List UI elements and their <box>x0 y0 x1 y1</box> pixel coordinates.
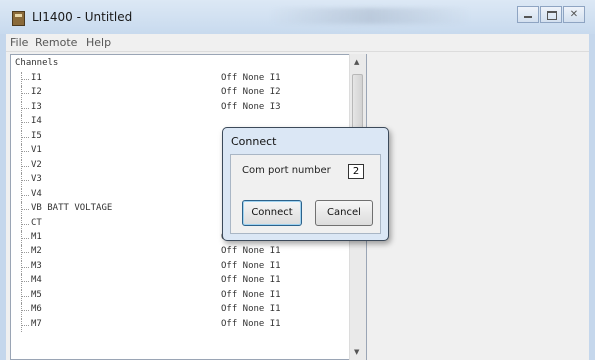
channel-name: V4 <box>31 188 42 199</box>
cancel-button[interactable]: Cancel <box>315 200 373 226</box>
channel-name: M2 <box>31 246 42 257</box>
tree-branch-line <box>21 230 29 245</box>
tree-root-label[interactable]: Channels <box>15 58 58 68</box>
channel-name: VB BATT VOLTAGE <box>31 203 113 214</box>
connect-button[interactable]: Connect <box>242 200 302 226</box>
dialog-body: Com port number 2 Connect Cancel <box>230 154 381 234</box>
app-window: LI1400 - Untitled ✕ File Remote Help Cha… <box>0 0 595 360</box>
menu-file[interactable]: File <box>10 36 28 49</box>
tree-branch-line <box>21 317 29 332</box>
maximize-icon <box>547 11 557 20</box>
title-bar-blur <box>270 8 470 24</box>
minimize-icon <box>524 16 532 18</box>
channel-config: Off None I1 <box>221 260 281 271</box>
scroll-up-icon[interactable]: ▲ <box>354 58 359 66</box>
window-title: LI1400 - Untitled <box>32 10 133 24</box>
channel-name: V2 <box>31 159 42 170</box>
close-icon: ✕ <box>569 9 579 20</box>
tree-branch-line <box>21 216 29 231</box>
tree-branch-line <box>21 274 29 289</box>
tree-branch-line <box>21 173 29 188</box>
tree-branch-line <box>21 303 29 318</box>
tree-row[interactable]: I2 Off None I2 <box>11 86 351 101</box>
tree-row[interactable]: I1 Off None I1 <box>11 72 351 86</box>
channel-name: V3 <box>31 174 42 185</box>
tree-branch-line <box>21 187 29 202</box>
window-controls: ✕ <box>516 6 585 23</box>
tree-branch-line <box>21 245 29 260</box>
channel-config: Off None I1 <box>221 275 281 286</box>
tree-row[interactable]: M4 Off None I1 <box>11 274 351 289</box>
tree-branch-line <box>21 129 29 144</box>
channel-config: Off None I1 <box>221 318 281 329</box>
channel-config: Off None I1 <box>221 73 281 83</box>
menu-remote[interactable]: Remote <box>35 36 77 49</box>
channel-name: M7 <box>31 318 42 329</box>
tree-row[interactable]: I3 Off None I3 <box>11 100 351 115</box>
tree-branch-line <box>21 288 29 303</box>
channel-name: CT <box>31 217 42 228</box>
channel-name: M4 <box>31 275 42 286</box>
channel-name: V1 <box>31 145 42 156</box>
channel-config: Off None I1 <box>221 304 281 315</box>
tree-row[interactable]: M7 Off None I1 <box>11 317 351 332</box>
channel-name: M5 <box>31 289 42 300</box>
channel-config: Off None I1 <box>221 246 281 257</box>
tree-row[interactable]: M6 Off None I1 <box>11 303 351 318</box>
tree-branch-line <box>21 144 29 159</box>
tree-branch-line <box>21 202 29 217</box>
channel-name: I2 <box>31 87 42 98</box>
dialog-title: Connect <box>231 135 277 148</box>
tree-branch-line <box>21 158 29 173</box>
channel-config: Off None I1 <box>221 289 281 300</box>
com-port-label: Com port number <box>242 165 331 176</box>
channel-config: Off None I3 <box>221 101 281 112</box>
tree-branch-line <box>21 115 29 130</box>
channel-name: M3 <box>31 260 42 271</box>
channel-name: M6 <box>31 304 42 315</box>
com-port-input[interactable]: 2 <box>348 164 364 179</box>
app-icon <box>12 11 25 26</box>
scroll-down-icon[interactable]: ▼ <box>354 348 359 356</box>
channel-name: I5 <box>31 130 42 141</box>
channel-name: I1 <box>31 73 42 83</box>
connect-dialog: Connect Com port number 2 Connect Cancel <box>222 127 389 241</box>
channel-config: Off None I2 <box>221 87 281 98</box>
menu-bar: File Remote Help <box>6 34 589 52</box>
minimize-button[interactable] <box>517 6 539 23</box>
title-bar: LI1400 - Untitled ✕ <box>0 0 595 34</box>
tree-branch-line <box>21 86 29 101</box>
channel-name: I4 <box>31 116 42 127</box>
menu-help[interactable]: Help <box>86 36 111 49</box>
tree-row[interactable]: M2 Off None I1 <box>11 245 351 260</box>
tree-branch-line <box>21 72 29 86</box>
tree-branch-line <box>21 100 29 115</box>
channel-name: I3 <box>31 101 42 112</box>
close-button[interactable]: ✕ <box>563 6 585 23</box>
tree-branch-line <box>21 259 29 274</box>
maximize-button[interactable] <box>540 6 562 23</box>
tree-row[interactable]: M3 Off None I1 <box>11 259 351 274</box>
channel-name: M1 <box>31 231 42 242</box>
tree-row[interactable]: M5 Off None I1 <box>11 288 351 303</box>
